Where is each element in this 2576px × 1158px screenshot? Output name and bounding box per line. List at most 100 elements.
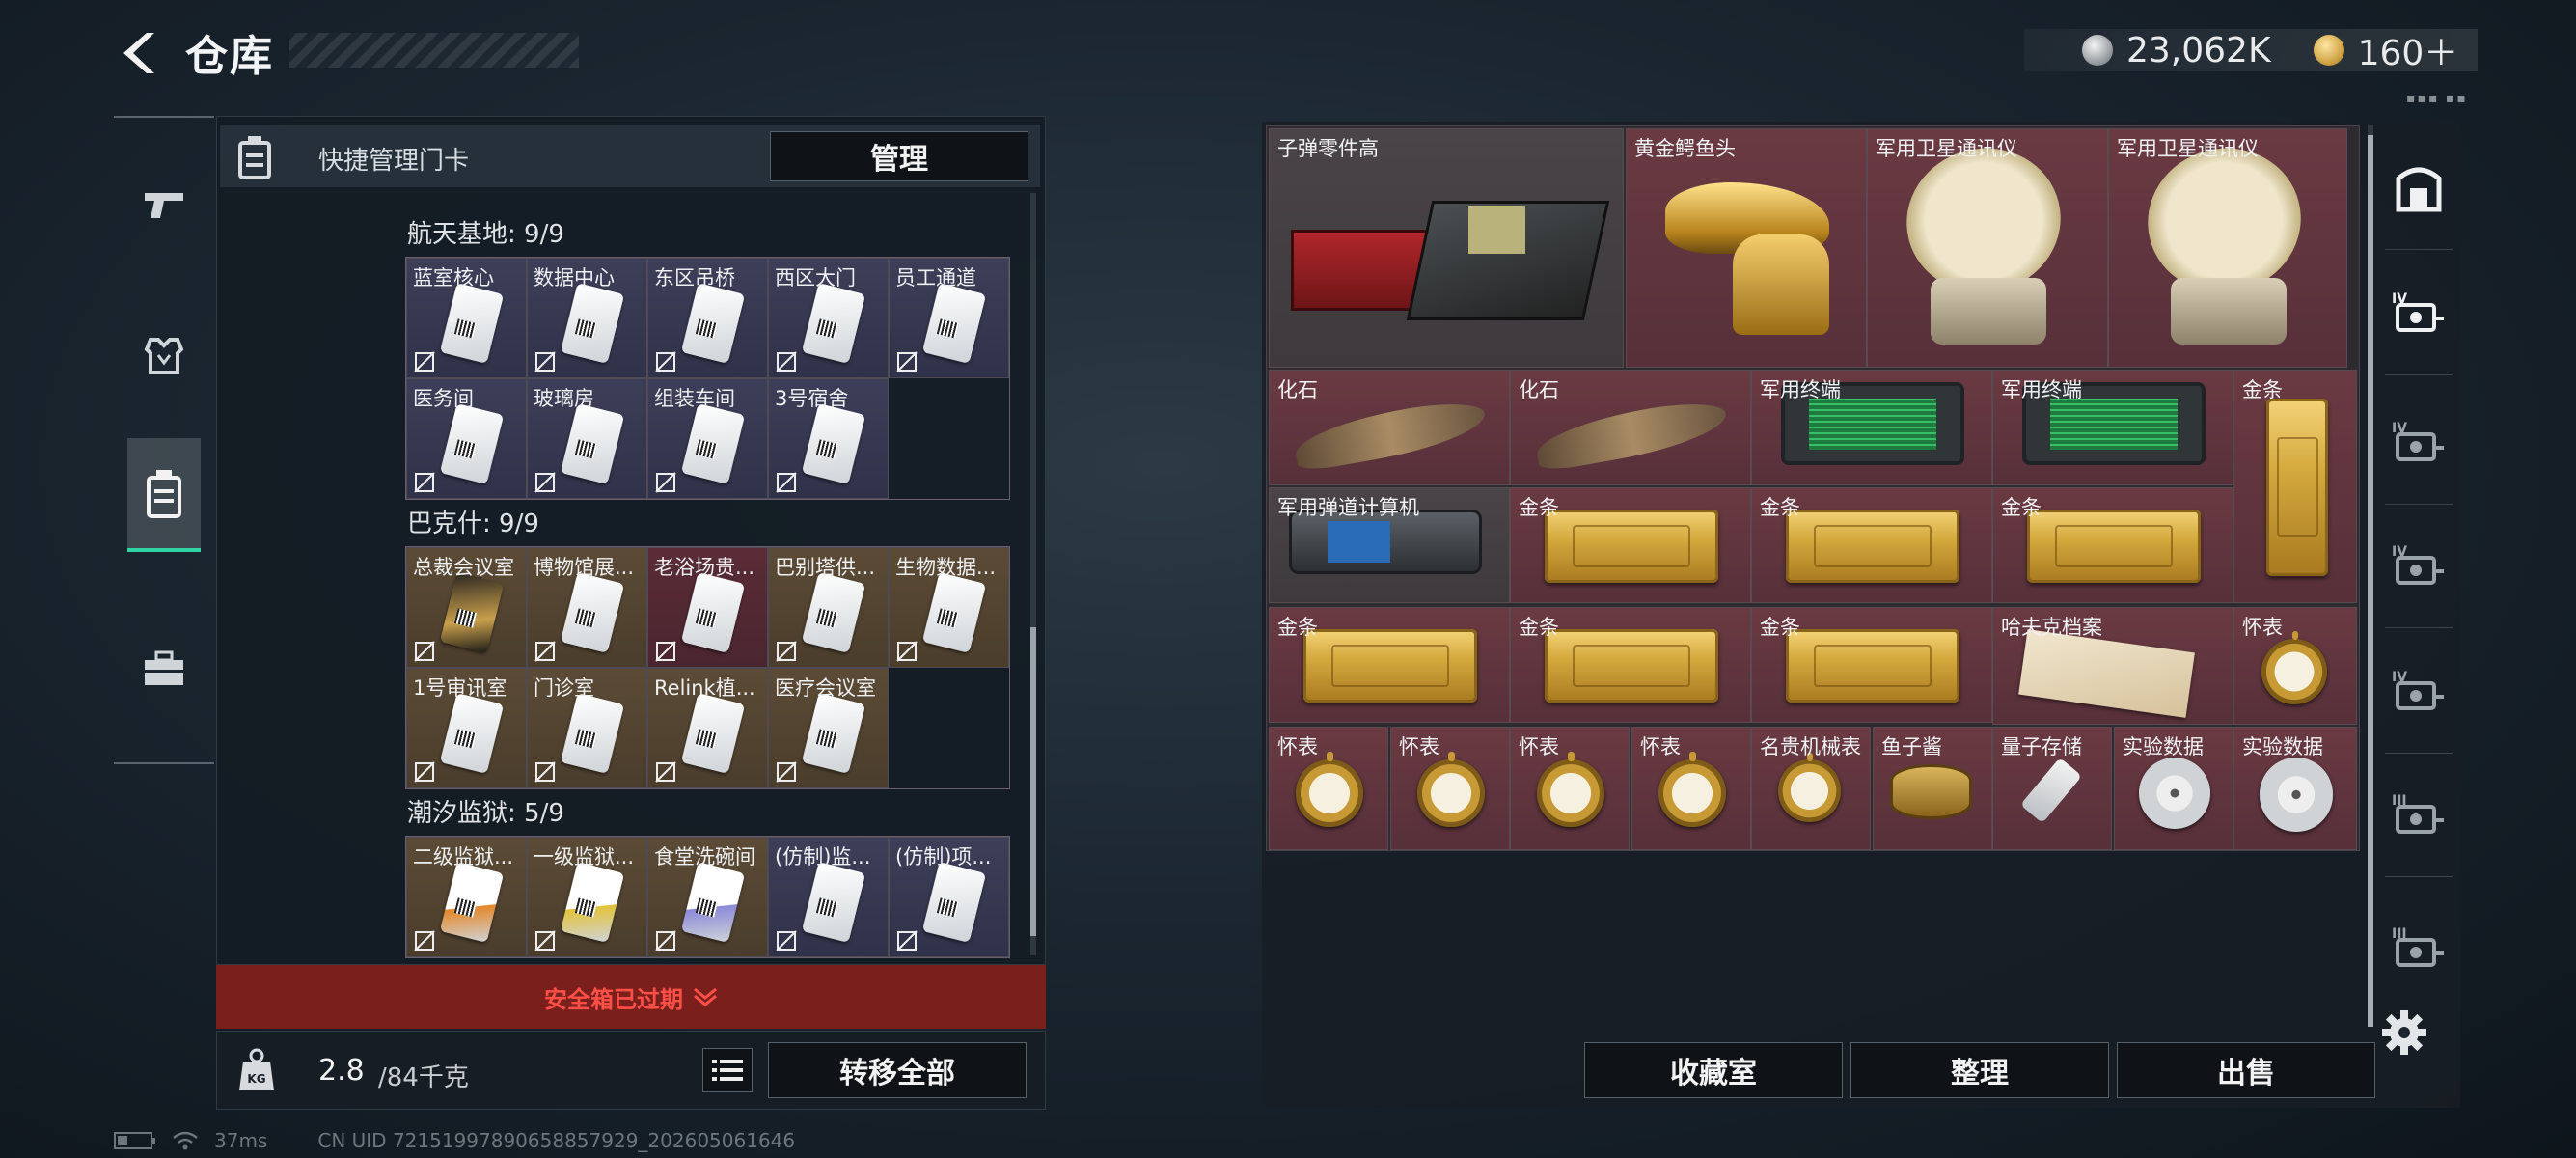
keycard-slot[interactable]: 玻璃房 bbox=[527, 378, 647, 499]
keycard-slot[interactable]: 医疗会议室 bbox=[768, 668, 889, 788]
keycard-slot[interactable]: 生物数据... bbox=[889, 547, 1009, 668]
stash-item-label: 哈夫克档案 bbox=[2001, 616, 2102, 639]
stash-tab-4[interactable]: IV bbox=[2383, 529, 2454, 606]
iii-box-icon: III bbox=[2390, 789, 2448, 843]
collection-room-button[interactable]: 收藏室 bbox=[1584, 1042, 1843, 1098]
stash-item[interactable]: 怀表 bbox=[1631, 727, 1751, 850]
stash-item-label: 金条 bbox=[1519, 616, 1559, 639]
gold-currency-value[interactable]: 160＋ bbox=[2358, 25, 2459, 75]
stash-item[interactable]: 军用卫星通讯仪 bbox=[1867, 128, 2108, 368]
stash-item[interactable]: 怀表 bbox=[2233, 607, 2357, 725]
stash-item[interactable]: 金条 bbox=[1510, 607, 1751, 723]
keycard-slot[interactable]: 3号宿舍 bbox=[768, 378, 889, 499]
keycard-slot[interactable]: 总裁会议室 bbox=[406, 547, 527, 668]
keycard-scroll-thumb[interactable] bbox=[1030, 627, 1036, 936]
keycard-slot[interactable]: 东区吊桥 bbox=[647, 258, 768, 378]
keycard-slot[interactable]: 蓝室核心 bbox=[406, 258, 527, 378]
stash-item-label: 实验数据 bbox=[2242, 735, 2323, 758]
stash-item[interactable]: 化石 bbox=[1510, 370, 1751, 485]
stash-tab-1[interactable] bbox=[2383, 151, 2454, 228]
stash-item[interactable]: 鱼子酱 bbox=[1873, 727, 1992, 850]
gold-bar-icon bbox=[2027, 509, 2201, 584]
keycard-slot[interactable]: 1号审讯室 bbox=[406, 668, 527, 788]
keycard-slot[interactable]: Relink植... bbox=[647, 668, 768, 788]
keycard-slot[interactable]: 员工通道 bbox=[889, 258, 1009, 378]
keycard-slot[interactable]: 博物馆展... bbox=[527, 547, 647, 668]
stash-tab-7[interactable]: III bbox=[2383, 911, 2454, 988]
stash-scroll-thumb[interactable] bbox=[2368, 135, 2373, 1027]
sell-button[interactable]: 出售 bbox=[2117, 1042, 2375, 1098]
stash-item[interactable]: 哈夫克档案 bbox=[1992, 607, 2233, 725]
keycard-slot[interactable]: 医务间 bbox=[406, 378, 527, 499]
sort-button[interactable]: 整理 bbox=[1850, 1042, 2109, 1098]
keycard-icon bbox=[680, 693, 746, 774]
keycard-slot[interactable]: 老浴场贵... bbox=[647, 547, 768, 668]
keycard-icon bbox=[680, 862, 746, 943]
document-folder-icon bbox=[2018, 629, 2195, 719]
stash-item[interactable]: 金条 bbox=[1992, 487, 2233, 603]
stash-item[interactable]: 军用弹道计算机 bbox=[1269, 487, 1510, 603]
stash-tab-5[interactable]: IV bbox=[2383, 654, 2454, 731]
stash-item[interactable]: 金条 bbox=[1751, 487, 1992, 603]
stash-item[interactable]: 名贵机械表 bbox=[1751, 727, 1871, 850]
silver-currency-value: 23,062K bbox=[2126, 30, 2271, 70]
stash-item[interactable]: 实验数据 bbox=[2114, 727, 2233, 850]
stash-item-label: 怀表 bbox=[1399, 735, 1439, 758]
stash-item[interactable]: 子弹零件高 bbox=[1269, 128, 1624, 368]
keycard-icon bbox=[439, 283, 505, 364]
keycard-icon bbox=[439, 403, 505, 484]
tab-briefcase[interactable] bbox=[127, 620, 201, 716]
transfer-all-button[interactable]: 转移全部 bbox=[768, 1042, 1027, 1098]
stash-item[interactable]: 金条 bbox=[1751, 607, 1992, 723]
unlinked-icon bbox=[775, 760, 798, 784]
stash-item[interactable]: 化石 bbox=[1269, 370, 1510, 485]
page-title: 仓库 bbox=[185, 32, 274, 81]
back-button[interactable] bbox=[114, 29, 162, 77]
stash-tab-3[interactable]: IV bbox=[2383, 405, 2454, 482]
keycard-slot[interactable]: 西区大门 bbox=[768, 258, 889, 378]
keycard-slot[interactable]: 数据中心 bbox=[527, 258, 647, 378]
stash-item[interactable]: 金条 bbox=[1510, 487, 1751, 603]
keycard-label: 医疗会议室 bbox=[775, 676, 876, 700]
stash-item[interactable]: 量子存储 bbox=[1992, 727, 2112, 850]
keycard-slot[interactable]: 门诊室 bbox=[527, 668, 647, 788]
gold-bar-icon bbox=[1545, 509, 1718, 584]
stash-item[interactable]: 怀表 bbox=[1510, 727, 1630, 850]
gold-coin-icon bbox=[2313, 35, 2344, 66]
stash-item[interactable]: 实验数据 bbox=[2233, 727, 2357, 850]
stash-item[interactable]: 军用终端 bbox=[1992, 370, 2233, 485]
unlinked-icon bbox=[775, 929, 798, 952]
keycard-slot[interactable]: 食堂洗碗间 bbox=[647, 837, 768, 957]
stash-item[interactable]: 金条 bbox=[1269, 607, 1510, 723]
keycard-slot[interactable]: (仿制)监... bbox=[768, 837, 889, 957]
stash-item[interactable]: 军用卫星通讯仪 bbox=[2108, 128, 2347, 368]
stash-tab-2[interactable]: IV bbox=[2383, 276, 2454, 353]
stash-grid[interactable]: 子弹零件高 黄金鳄鱼头 军用卫星通讯仪 军用卫星通讯仪 化石 化石 军用终端 军用终端 金条 军用… bbox=[1266, 125, 2360, 851]
keycard-slot[interactable]: 一级监狱... bbox=[527, 837, 647, 957]
iv-safe-icon: IV bbox=[2390, 288, 2448, 342]
keycard-slot[interactable]: 巴别塔供... bbox=[768, 547, 889, 668]
stash-item[interactable]: 军用终端 bbox=[1751, 370, 1992, 485]
manage-button[interactable]: 管理 bbox=[770, 131, 1028, 181]
keycard-list[interactable]: 航天基地: 9/9 蓝室核心 数据中心 东区吊桥 西区大门 员工通道 医务间 玻璃房 组装车间… bbox=[220, 189, 1032, 965]
stash-tab-6[interactable]: III bbox=[2383, 778, 2454, 855]
svg-text:KG: KG bbox=[247, 1072, 265, 1086]
stash-item[interactable]: 怀表 bbox=[1269, 727, 1388, 850]
keycard-slot[interactable]: 二级监狱... bbox=[406, 837, 527, 957]
stash-item[interactable]: 金条 bbox=[2233, 370, 2357, 603]
safe-box-expired-banner[interactable]: 安全箱已过期 bbox=[216, 965, 1046, 1029]
stash-item-label: 金条 bbox=[1760, 496, 1800, 519]
tab-weapons[interactable] bbox=[127, 156, 201, 253]
keycard-slot[interactable]: (仿制)项... bbox=[889, 837, 1009, 957]
stash-item[interactable]: 黄金鳄鱼头 bbox=[1626, 128, 1867, 368]
tab-divider bbox=[2385, 374, 2453, 375]
settings-button[interactable] bbox=[2379, 1007, 2441, 1069]
quantum-storage-icon bbox=[2019, 758, 2082, 824]
stash-item-label: 军用终端 bbox=[1760, 378, 1841, 401]
stash-item[interactable]: 怀表 bbox=[1390, 727, 1510, 850]
tab-keycards[interactable] bbox=[127, 438, 201, 552]
keycard-icon bbox=[560, 693, 625, 774]
keycard-slot[interactable]: 组装车间 bbox=[647, 378, 768, 499]
tab-armor[interactable] bbox=[127, 307, 201, 403]
list-view-button[interactable] bbox=[702, 1048, 753, 1092]
